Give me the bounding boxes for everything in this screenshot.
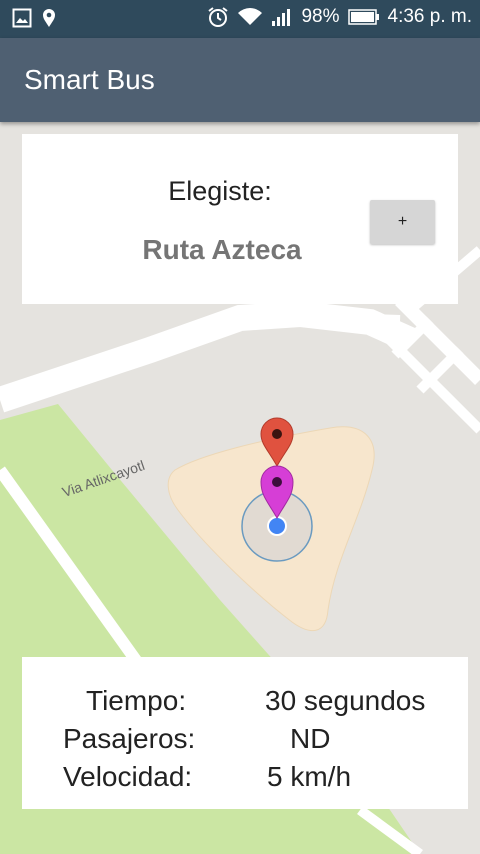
bus-info-card: Tiempo: 30 segundos Pasajeros: ND Veloci… xyxy=(22,657,468,809)
app-bar: Smart Bus xyxy=(0,38,480,122)
route-card: Elegiste: Ruta Azteca + xyxy=(22,134,458,304)
add-route-button[interactable]: + xyxy=(370,200,435,244)
status-bar: 98% 4:36 p. m. xyxy=(0,0,480,38)
tiempo-value: 30 segundos xyxy=(265,685,426,716)
battery-icon xyxy=(347,9,379,25)
location-dot xyxy=(267,516,287,536)
alarm-icon xyxy=(208,7,229,27)
tiempo-label: Tiempo: xyxy=(86,685,187,716)
signal-icon xyxy=(272,9,291,26)
app-title: Smart Bus xyxy=(24,64,155,95)
pasajeros-label: Pasajeros: xyxy=(63,723,196,754)
clock: 4:36 p. m. xyxy=(387,6,473,27)
location-pin-icon xyxy=(43,9,55,27)
velocidad-value: 5 km/h xyxy=(267,761,352,792)
wifi-icon xyxy=(238,8,263,25)
battery-percent: 98% xyxy=(301,6,340,27)
velocidad-label: Velocidad: xyxy=(63,761,193,792)
pasajeros-value: ND xyxy=(290,723,331,754)
gallery-icon xyxy=(12,8,32,28)
